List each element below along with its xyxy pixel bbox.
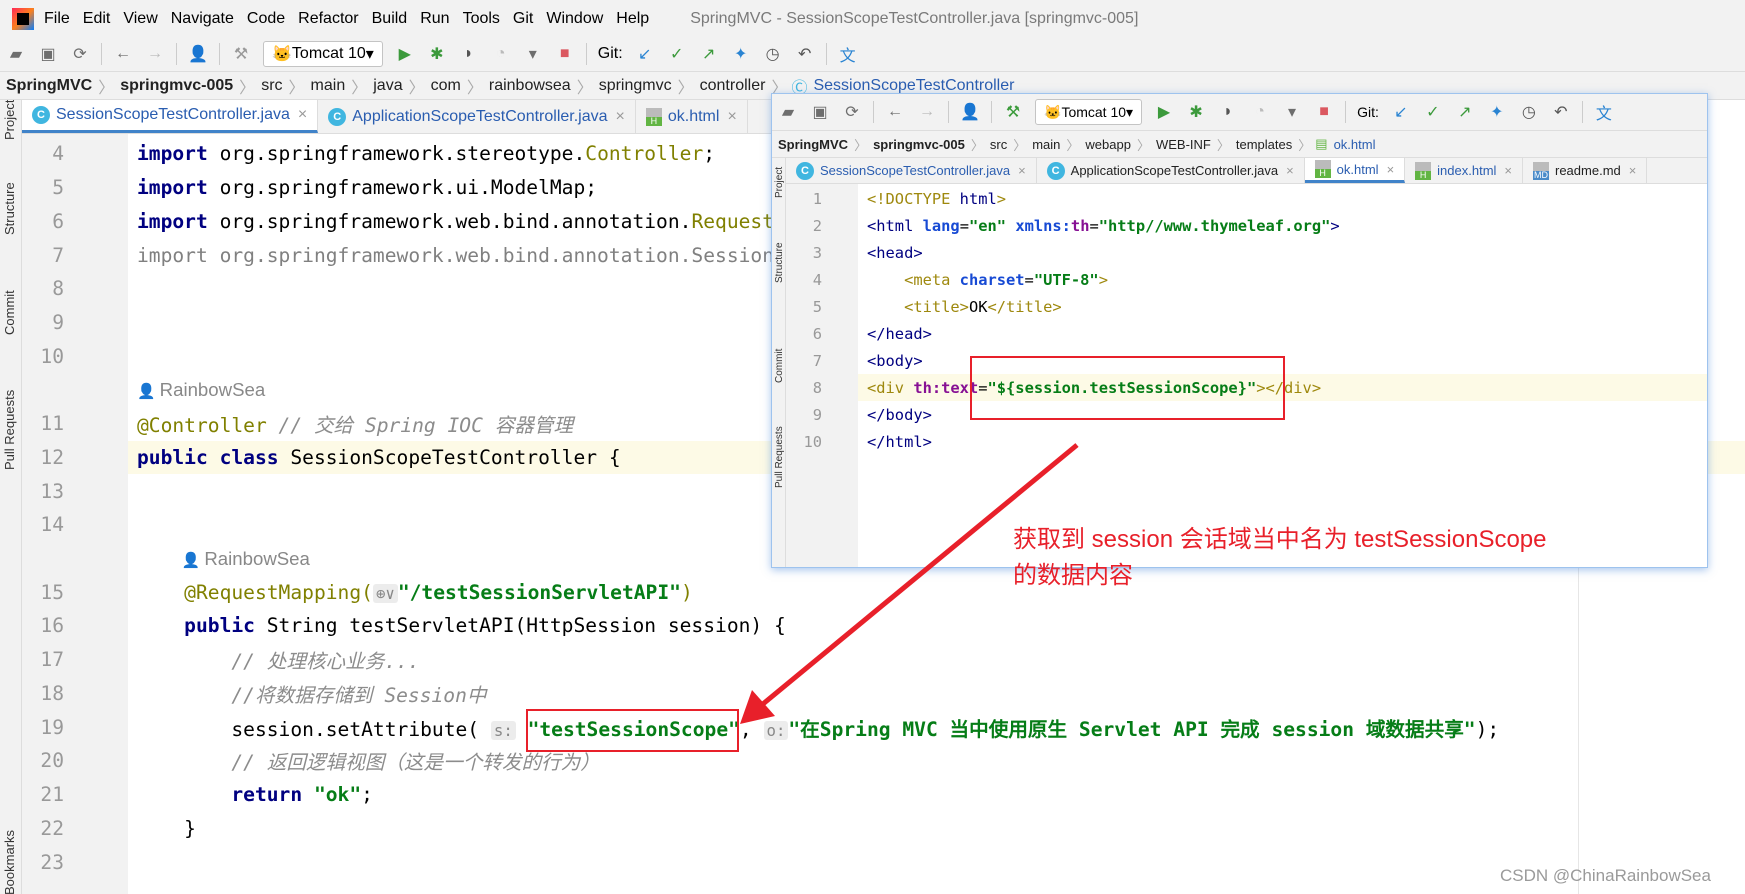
annotation-line-2: 的数据内容 (1013, 562, 1133, 589)
annotation-text: 获取到 session 会话域当中名为 testSessionScope 的数据… (1013, 522, 1547, 594)
watermark: CSDN @ChinaRainbowSea (1500, 866, 1711, 885)
annotation-arrow (740, 443, 1079, 724)
annotation-line-1: 获取到 session 会话域当中名为 testSessionScope (1013, 526, 1547, 553)
